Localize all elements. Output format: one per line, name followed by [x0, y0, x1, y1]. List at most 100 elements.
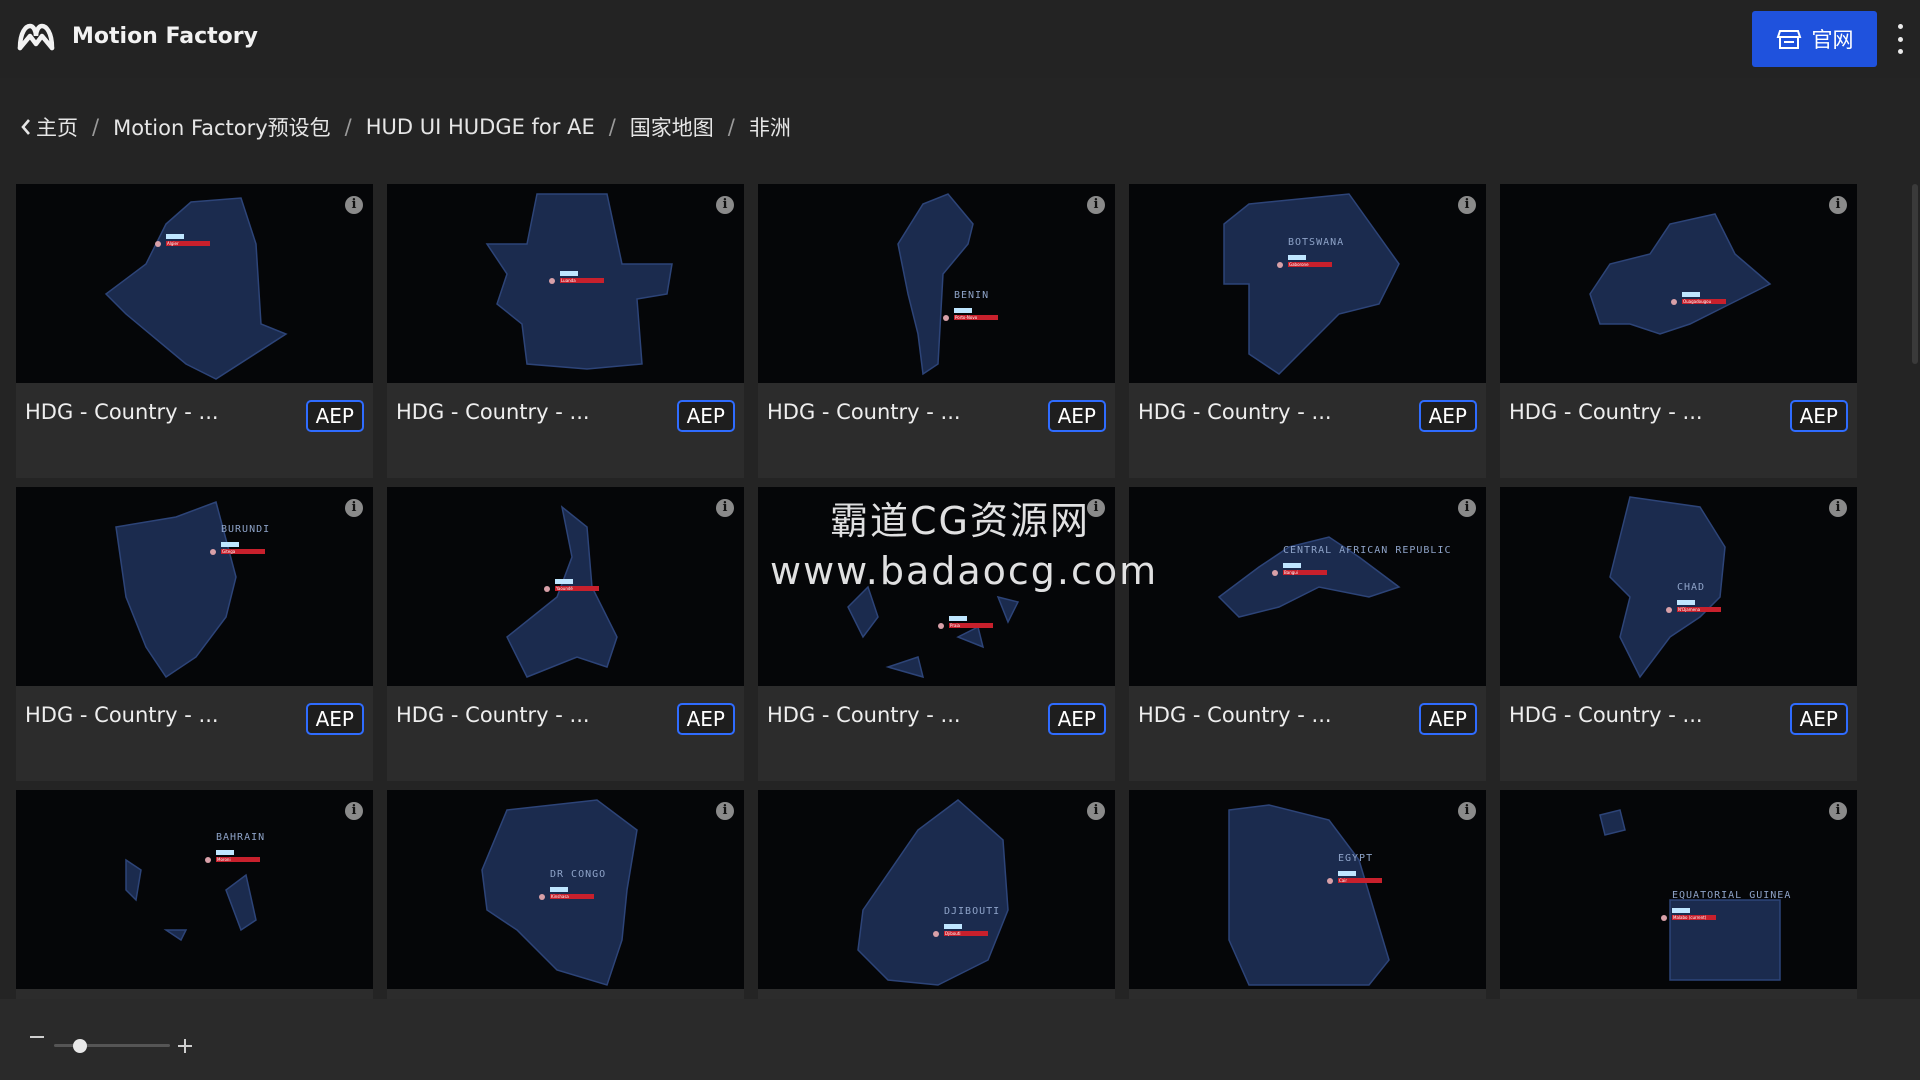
official-site-label: 官网	[1811, 28, 1854, 52]
info-icon[interactable]: i	[716, 196, 734, 214]
asset-grid: Algier i HDG - Country - ... AEP Luanda …	[16, 184, 1858, 999]
asset-card[interactable]: DJIBOUTI Djibouti i	[758, 790, 1115, 999]
info-icon[interactable]: i	[1458, 499, 1476, 517]
info-icon[interactable]: i	[1829, 196, 1847, 214]
official-site-button[interactable]: 官网	[1752, 11, 1877, 67]
asset-card[interactable]: BURUNDI Gitega i HDG - Country - ... AEP	[16, 487, 373, 781]
asset-card[interactable]: BENIN Porto-Novo i HDG - Country - ... A…	[758, 184, 1115, 478]
card-title: HDG - Country - ...	[25, 703, 219, 727]
info-icon[interactable]: i	[1458, 196, 1476, 214]
asset-card[interactable]: Yaoundé i HDG - Country - ... AEP	[387, 487, 744, 781]
breadcrumb-country-maps[interactable]: 国家地图	[630, 112, 714, 142]
format-badge: AEP	[676, 400, 735, 432]
motion-factory-logo-icon	[17, 23, 55, 51]
map-country-label: BOTSWANA	[1288, 237, 1344, 248]
zoom-slider[interactable]	[54, 1044, 170, 1047]
asset-card[interactable]: EQUATORIAL GUINEA Malabo (current) i	[1500, 790, 1857, 999]
country-map-icon: Luanda	[485, 193, 673, 370]
map-country-label: BAHRAIN	[216, 832, 265, 843]
breadcrumb: 主页 / Motion Factory预设包 / HUD UI HUDGE fo…	[20, 112, 791, 142]
country-map-icon: DR CONGO Kinshasa	[481, 799, 638, 986]
map-city-label: Praia	[950, 623, 961, 628]
asset-card[interactable]: Algier i HDG - Country - ... AEP	[16, 184, 373, 478]
map-city-label: Gaborone	[1289, 262, 1309, 267]
map-city-label: Yaoundé	[555, 586, 573, 591]
map-thumbnail: Ouagadougou i	[1500, 184, 1857, 383]
map-thumbnail: BOTSWANA Gaborone i	[1129, 184, 1486, 383]
info-icon[interactable]: i	[345, 196, 363, 214]
format-badge: AEP	[1418, 400, 1477, 432]
grid-scrollbar[interactable]	[1912, 184, 1918, 364]
format-badge: AEP	[1789, 400, 1848, 432]
breadcrumb-separator: /	[92, 115, 100, 139]
asset-card[interactable]: BOTSWANA Gaborone i HDG - Country - ... …	[1129, 184, 1486, 478]
breadcrumb-hud-pack[interactable]: HUD UI HUDGE for AE	[366, 115, 595, 139]
card-title: HDG - Country - ...	[25, 400, 219, 424]
map-city-label: Ouagadougou	[1683, 299, 1712, 304]
map-country-label: BURUNDI	[221, 524, 270, 535]
map-city-label: Porto-Novo	[955, 315, 978, 320]
map-country-label: DR CONGO	[550, 869, 606, 880]
map-city-label: Gitega	[222, 549, 236, 554]
country-map-icon: Ouagadougou	[1589, 213, 1772, 335]
country-map-icon: Algier	[104, 197, 288, 380]
info-icon[interactable]: i	[1087, 499, 1105, 517]
map-thumbnail: CENTRAL AFRICAN REPUBLIC Bangui i	[1129, 487, 1486, 686]
info-icon[interactable]: i	[716, 499, 734, 517]
format-badge: AEP	[1047, 703, 1106, 735]
format-badge: AEP	[1418, 703, 1477, 735]
format-badge: AEP	[676, 703, 735, 735]
map-city-label: Cair	[1339, 878, 1347, 883]
asset-card[interactable]: DR CONGO Kinshasa i	[387, 790, 744, 999]
info-icon[interactable]: i	[345, 499, 363, 517]
map-country-label: DJIBOUTI	[944, 906, 1000, 917]
info-icon[interactable]: i	[1829, 499, 1847, 517]
card-title: HDG - Country - ...	[1509, 703, 1703, 727]
asset-card[interactable]: Ouagadougou i HDG - Country - ... AEP	[1500, 184, 1857, 478]
asset-card[interactable]: Luanda i HDG - Country - ... AEP	[387, 184, 744, 478]
zoom-out-icon[interactable]	[30, 1036, 44, 1038]
map-thumbnail: BENIN Porto-Novo i	[758, 184, 1115, 383]
asset-card[interactable]: EGYPT Cair i	[1129, 790, 1486, 999]
map-thumbnail: Praia i	[758, 487, 1115, 686]
card-title: HDG - Country - ...	[396, 400, 590, 424]
asset-card[interactable]: BAHRAIN Moroni i	[16, 790, 373, 999]
map-thumbnail: BURUNDI Gitega i	[16, 487, 373, 686]
asset-card[interactable]: Praia i HDG - Country - ... AEP	[758, 487, 1115, 781]
breadcrumb-presets[interactable]: Motion Factory预设包	[113, 112, 331, 142]
map-country-label: CENTRAL AFRICAN REPUBLIC	[1283, 545, 1452, 556]
asset-card[interactable]: CENTRAL AFRICAN REPUBLIC Bangui i HDG - …	[1129, 487, 1486, 781]
map-thumbnail: EGYPT Cair i	[1129, 790, 1486, 989]
map-city-label: Moroni	[217, 857, 231, 862]
zoom-in-icon[interactable]	[178, 1039, 192, 1053]
info-icon[interactable]: i	[1087, 196, 1105, 214]
country-map-icon: CENTRAL AFRICAN REPUBLIC Bangui	[1217, 536, 1452, 618]
map-thumbnail: DR CONGO Kinshasa i	[387, 790, 744, 989]
asset-card[interactable]: CHAD N'Djamena i HDG - Country - ... AEP	[1500, 487, 1857, 781]
format-badge: AEP	[1789, 703, 1848, 735]
card-title: HDG - Country - ...	[1138, 703, 1332, 727]
country-map-icon: DJIBOUTI Djibouti	[857, 799, 1009, 986]
info-icon[interactable]: i	[1087, 802, 1105, 820]
country-map-icon: BAHRAIN Moroni	[125, 832, 265, 942]
info-icon[interactable]: i	[1458, 802, 1476, 820]
breadcrumb-separator: /	[727, 115, 735, 139]
bottom-bar	[0, 999, 1920, 1080]
country-map-icon: Yaoundé	[506, 505, 618, 678]
map-city-label: Djibouti	[945, 931, 961, 936]
chevron-left-icon[interactable]	[20, 118, 32, 136]
more-menu-icon[interactable]	[1890, 24, 1910, 54]
country-map-icon: BURUNDI Gitega	[115, 501, 270, 679]
map-city-label: Bangui	[1284, 570, 1298, 575]
store-icon	[1776, 30, 1801, 49]
top-bar: Motion Factory 官网	[0, 0, 1920, 78]
map-country-label: BENIN	[954, 290, 989, 301]
info-icon[interactable]: i	[716, 802, 734, 820]
map-thumbnail: DJIBOUTI Djibouti i	[758, 790, 1115, 989]
map-thumbnail: EQUATORIAL GUINEA Malabo (current) i	[1500, 790, 1857, 989]
info-icon[interactable]: i	[345, 802, 363, 820]
zoom-slider-handle[interactable]	[73, 1039, 87, 1053]
breadcrumb-home[interactable]: 主页	[36, 112, 78, 142]
breadcrumb-africa[interactable]: 非洲	[749, 112, 791, 142]
info-icon[interactable]: i	[1829, 802, 1847, 820]
